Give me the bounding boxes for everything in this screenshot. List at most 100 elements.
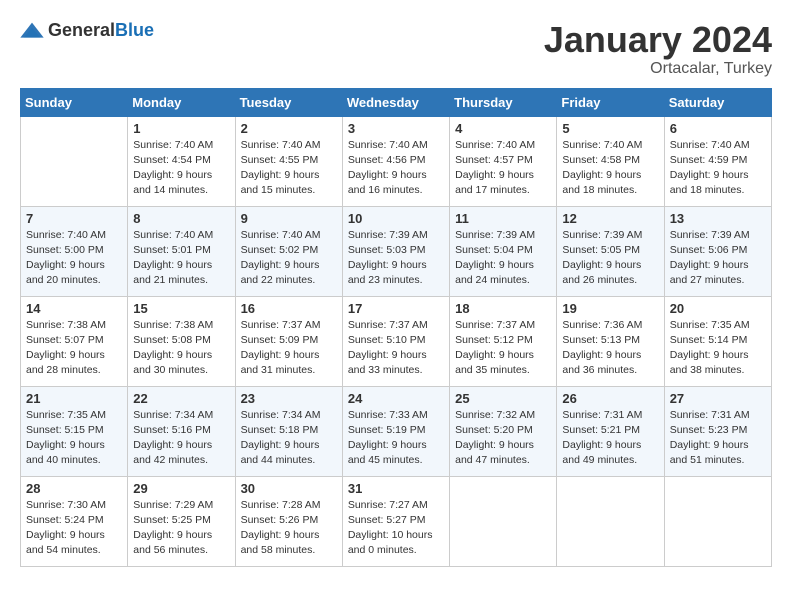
day-info: Sunrise: 7:39 AMSunset: 5:03 PMDaylight:…	[348, 228, 444, 289]
calendar-cell: 20 Sunrise: 7:35 AMSunset: 5:14 PMDaylig…	[664, 296, 771, 386]
location-title: Ortacalar, Turkey	[544, 60, 772, 78]
day-info: Sunrise: 7:39 AMSunset: 5:06 PMDaylight:…	[670, 228, 766, 289]
logo-general: General	[48, 20, 115, 40]
calendar-week-3: 14 Sunrise: 7:38 AMSunset: 5:07 PMDaylig…	[21, 296, 772, 386]
day-info: Sunrise: 7:34 AMSunset: 5:16 PMDaylight:…	[133, 408, 229, 469]
month-title: January 2024	[544, 20, 772, 60]
day-number: 27	[670, 391, 766, 406]
day-info: Sunrise: 7:40 AMSunset: 4:57 PMDaylight:…	[455, 138, 551, 199]
day-info: Sunrise: 7:27 AMSunset: 5:27 PMDaylight:…	[348, 498, 444, 559]
day-number: 30	[241, 481, 337, 496]
day-info: Sunrise: 7:31 AMSunset: 5:21 PMDaylight:…	[562, 408, 658, 469]
weekday-header-tuesday: Tuesday	[235, 88, 342, 116]
calendar-cell: 8 Sunrise: 7:40 AMSunset: 5:01 PMDayligh…	[128, 206, 235, 296]
day-info: Sunrise: 7:38 AMSunset: 5:07 PMDaylight:…	[26, 318, 122, 379]
day-info: Sunrise: 7:37 AMSunset: 5:12 PMDaylight:…	[455, 318, 551, 379]
calendar-cell: 1 Sunrise: 7:40 AMSunset: 4:54 PMDayligh…	[128, 116, 235, 206]
day-number: 16	[241, 301, 337, 316]
day-info: Sunrise: 7:40 AMSunset: 5:00 PMDaylight:…	[26, 228, 122, 289]
weekday-header-row: SundayMondayTuesdayWednesdayThursdayFrid…	[21, 88, 772, 116]
day-number: 29	[133, 481, 229, 496]
day-info: Sunrise: 7:40 AMSunset: 5:01 PMDaylight:…	[133, 228, 229, 289]
calendar-cell: 15 Sunrise: 7:38 AMSunset: 5:08 PMDaylig…	[128, 296, 235, 386]
day-number: 7	[26, 211, 122, 226]
day-info: Sunrise: 7:34 AMSunset: 5:18 PMDaylight:…	[241, 408, 337, 469]
day-number: 20	[670, 301, 766, 316]
day-info: Sunrise: 7:38 AMSunset: 5:08 PMDaylight:…	[133, 318, 229, 379]
logo: GeneralBlue	[20, 20, 154, 41]
day-info: Sunrise: 7:35 AMSunset: 5:14 PMDaylight:…	[670, 318, 766, 379]
day-number: 26	[562, 391, 658, 406]
day-number: 1	[133, 121, 229, 136]
calendar-cell: 3 Sunrise: 7:40 AMSunset: 4:56 PMDayligh…	[342, 116, 449, 206]
weekday-header-sunday: Sunday	[21, 88, 128, 116]
page-header: GeneralBlue January 2024 Ortacalar, Turk…	[20, 20, 772, 78]
day-info: Sunrise: 7:28 AMSunset: 5:26 PMDaylight:…	[241, 498, 337, 559]
weekday-header-thursday: Thursday	[450, 88, 557, 116]
day-number: 2	[241, 121, 337, 136]
calendar-cell: 2 Sunrise: 7:40 AMSunset: 4:55 PMDayligh…	[235, 116, 342, 206]
calendar-cell: 16 Sunrise: 7:37 AMSunset: 5:09 PMDaylig…	[235, 296, 342, 386]
calendar-week-4: 21 Sunrise: 7:35 AMSunset: 5:15 PMDaylig…	[21, 386, 772, 476]
calendar-cell: 14 Sunrise: 7:38 AMSunset: 5:07 PMDaylig…	[21, 296, 128, 386]
calendar-cell: 26 Sunrise: 7:31 AMSunset: 5:21 PMDaylig…	[557, 386, 664, 476]
title-block: January 2024 Ortacalar, Turkey	[544, 20, 772, 78]
calendar-cell: 23 Sunrise: 7:34 AMSunset: 5:18 PMDaylig…	[235, 386, 342, 476]
day-info: Sunrise: 7:40 AMSunset: 4:58 PMDaylight:…	[562, 138, 658, 199]
day-info: Sunrise: 7:40 AMSunset: 5:02 PMDaylight:…	[241, 228, 337, 289]
calendar-cell: 29 Sunrise: 7:29 AMSunset: 5:25 PMDaylig…	[128, 476, 235, 566]
calendar-cell: 24 Sunrise: 7:33 AMSunset: 5:19 PMDaylig…	[342, 386, 449, 476]
day-info: Sunrise: 7:32 AMSunset: 5:20 PMDaylight:…	[455, 408, 551, 469]
calendar-cell	[21, 116, 128, 206]
calendar-cell: 4 Sunrise: 7:40 AMSunset: 4:57 PMDayligh…	[450, 116, 557, 206]
calendar-cell: 6 Sunrise: 7:40 AMSunset: 4:59 PMDayligh…	[664, 116, 771, 206]
day-info: Sunrise: 7:40 AMSunset: 4:59 PMDaylight:…	[670, 138, 766, 199]
day-number: 22	[133, 391, 229, 406]
day-number: 13	[670, 211, 766, 226]
day-number: 14	[26, 301, 122, 316]
calendar-cell: 19 Sunrise: 7:36 AMSunset: 5:13 PMDaylig…	[557, 296, 664, 386]
calendar-cell: 25 Sunrise: 7:32 AMSunset: 5:20 PMDaylig…	[450, 386, 557, 476]
day-info: Sunrise: 7:39 AMSunset: 5:05 PMDaylight:…	[562, 228, 658, 289]
calendar-cell: 12 Sunrise: 7:39 AMSunset: 5:05 PMDaylig…	[557, 206, 664, 296]
day-info: Sunrise: 7:30 AMSunset: 5:24 PMDaylight:…	[26, 498, 122, 559]
calendar-cell: 9 Sunrise: 7:40 AMSunset: 5:02 PMDayligh…	[235, 206, 342, 296]
logo-text: GeneralBlue	[48, 20, 154, 41]
day-info: Sunrise: 7:40 AMSunset: 4:56 PMDaylight:…	[348, 138, 444, 199]
calendar-cell	[664, 476, 771, 566]
day-number: 15	[133, 301, 229, 316]
calendar-cell: 18 Sunrise: 7:37 AMSunset: 5:12 PMDaylig…	[450, 296, 557, 386]
weekday-header-monday: Monday	[128, 88, 235, 116]
day-number: 5	[562, 121, 658, 136]
day-info: Sunrise: 7:40 AMSunset: 4:55 PMDaylight:…	[241, 138, 337, 199]
day-number: 10	[348, 211, 444, 226]
calendar-cell	[450, 476, 557, 566]
day-number: 24	[348, 391, 444, 406]
day-number: 3	[348, 121, 444, 136]
logo-blue: Blue	[115, 20, 154, 40]
calendar-cell: 17 Sunrise: 7:37 AMSunset: 5:10 PMDaylig…	[342, 296, 449, 386]
day-number: 19	[562, 301, 658, 316]
weekday-header-wednesday: Wednesday	[342, 88, 449, 116]
day-info: Sunrise: 7:37 AMSunset: 5:09 PMDaylight:…	[241, 318, 337, 379]
weekday-header-saturday: Saturday	[664, 88, 771, 116]
logo-icon	[20, 21, 44, 41]
day-number: 8	[133, 211, 229, 226]
weekday-header-friday: Friday	[557, 88, 664, 116]
day-info: Sunrise: 7:35 AMSunset: 5:15 PMDaylight:…	[26, 408, 122, 469]
day-number: 18	[455, 301, 551, 316]
day-number: 21	[26, 391, 122, 406]
calendar-cell: 7 Sunrise: 7:40 AMSunset: 5:00 PMDayligh…	[21, 206, 128, 296]
calendar-cell: 31 Sunrise: 7:27 AMSunset: 5:27 PMDaylig…	[342, 476, 449, 566]
day-number: 31	[348, 481, 444, 496]
calendar-cell	[557, 476, 664, 566]
day-number: 4	[455, 121, 551, 136]
calendar-cell: 28 Sunrise: 7:30 AMSunset: 5:24 PMDaylig…	[21, 476, 128, 566]
day-info: Sunrise: 7:29 AMSunset: 5:25 PMDaylight:…	[133, 498, 229, 559]
day-number: 11	[455, 211, 551, 226]
calendar-table: SundayMondayTuesdayWednesdayThursdayFrid…	[20, 88, 772, 567]
calendar-cell: 30 Sunrise: 7:28 AMSunset: 5:26 PMDaylig…	[235, 476, 342, 566]
day-info: Sunrise: 7:36 AMSunset: 5:13 PMDaylight:…	[562, 318, 658, 379]
day-info: Sunrise: 7:37 AMSunset: 5:10 PMDaylight:…	[348, 318, 444, 379]
calendar-cell: 22 Sunrise: 7:34 AMSunset: 5:16 PMDaylig…	[128, 386, 235, 476]
